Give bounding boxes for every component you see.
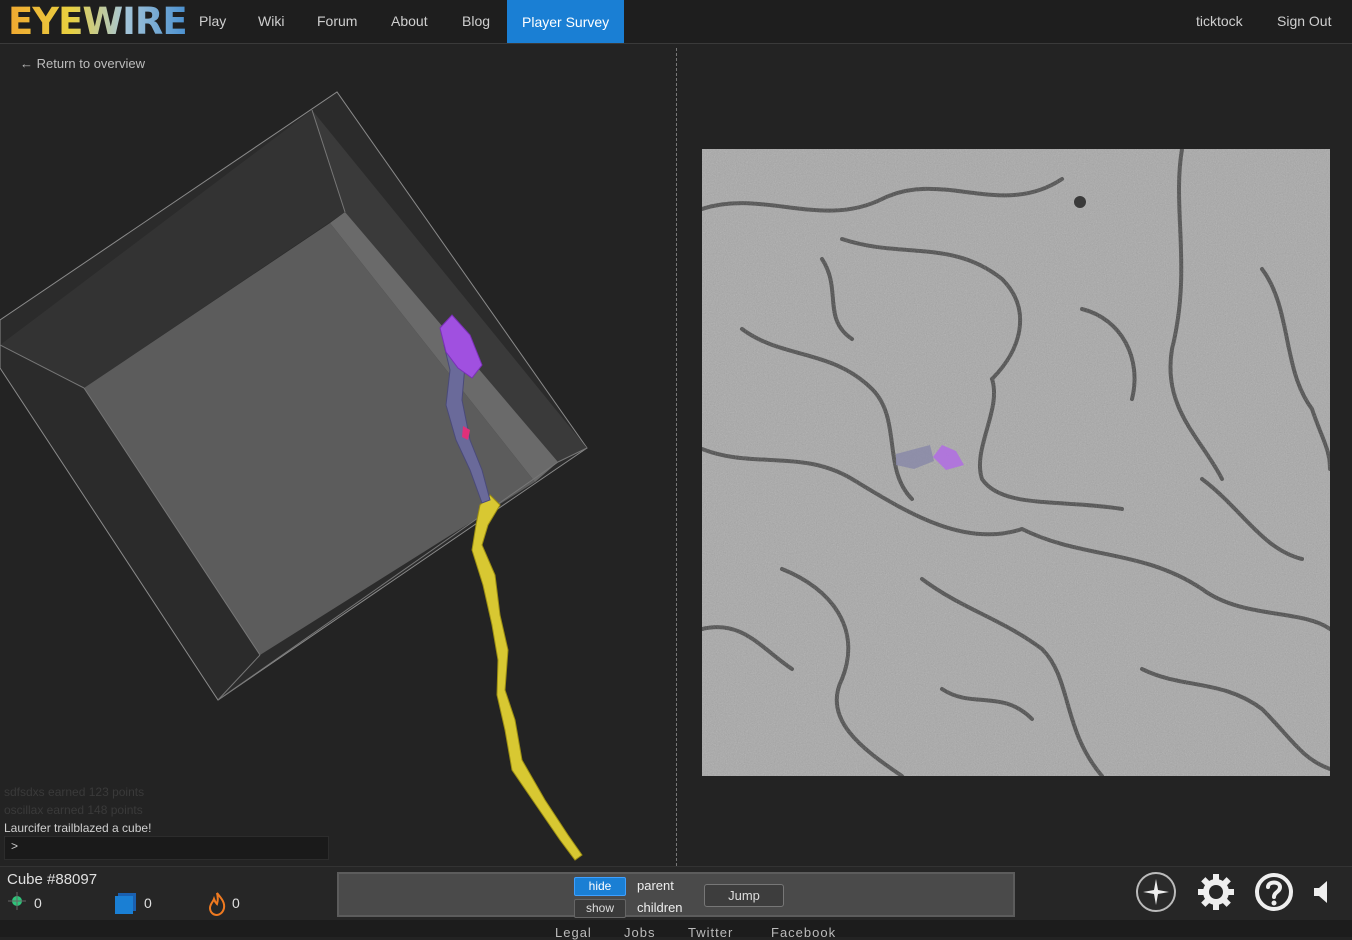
- footer-facebook-link[interactable]: Facebook: [771, 925, 836, 940]
- gear-icon[interactable]: [1196, 872, 1236, 912]
- trailblaze-count: 0: [34, 895, 42, 911]
- nav-sign-out[interactable]: Sign Out: [1277, 0, 1331, 43]
- streak-count: 0: [232, 895, 240, 911]
- chat-line: Laurcifer trailblazed a cube!: [4, 821, 152, 835]
- children-label: children: [637, 900, 683, 915]
- em-slice-view[interactable]: [702, 149, 1330, 776]
- chat-line: sdfsdxs earned 123 points: [4, 785, 145, 799]
- nav-player-survey[interactable]: Player Survey: [507, 0, 625, 43]
- chat-log: sdfsdxs earned 123 points oscillax earne…: [4, 783, 151, 837]
- nav-blog[interactable]: Blog: [462, 0, 490, 43]
- chat-input[interactable]: >: [4, 836, 329, 860]
- footer: Legal Jobs Twitter Facebook: [0, 920, 1352, 940]
- compass-icon[interactable]: [1135, 871, 1177, 913]
- footer-twitter-link[interactable]: Twitter: [688, 925, 733, 940]
- panel-divider: [676, 48, 677, 866]
- em-noise: [702, 149, 1330, 776]
- show-button[interactable]: show: [574, 899, 626, 918]
- speaker-icon[interactable]: [1312, 879, 1332, 905]
- chat-line: oscillax earned 148 points: [4, 803, 143, 817]
- nav-username[interactable]: ticktock: [1196, 0, 1243, 43]
- segment-yellow[interactable]: [471, 494, 583, 861]
- cube-id-label: Cube #88097: [7, 871, 98, 888]
- em-dark-spot: [1074, 196, 1086, 208]
- eyewire-logo[interactable]: EYEWIRE: [8, 3, 188, 40]
- jump-button[interactable]: Jump: [704, 884, 784, 907]
- footer-jobs-link[interactable]: Jobs: [624, 925, 655, 940]
- nav-wiki[interactable]: Wiki: [258, 0, 284, 43]
- top-navbar: EYEWIRE Play Wiki Forum About Blog Playe…: [0, 0, 1352, 44]
- cube-count: 0: [144, 895, 152, 911]
- hide-button[interactable]: hide: [574, 877, 626, 896]
- parent-label: parent: [637, 878, 674, 893]
- nav-about[interactable]: About: [391, 0, 428, 43]
- trailblaze-icon: [8, 892, 26, 910]
- 3d-cube-view[interactable]: [0, 44, 676, 866]
- segment-control-panel: hide show parent children Jump: [337, 872, 1015, 918]
- cube-count-icon: [115, 893, 136, 914]
- help-icon[interactable]: [1254, 872, 1294, 912]
- nav-forum[interactable]: Forum: [317, 0, 357, 43]
- bottom-status-bar: Cube #88097 0 0 0 hide show parent child…: [0, 866, 1352, 920]
- footer-legal-link[interactable]: Legal: [555, 925, 592, 940]
- nav-play[interactable]: Play: [199, 0, 226, 43]
- flame-icon: [208, 892, 226, 916]
